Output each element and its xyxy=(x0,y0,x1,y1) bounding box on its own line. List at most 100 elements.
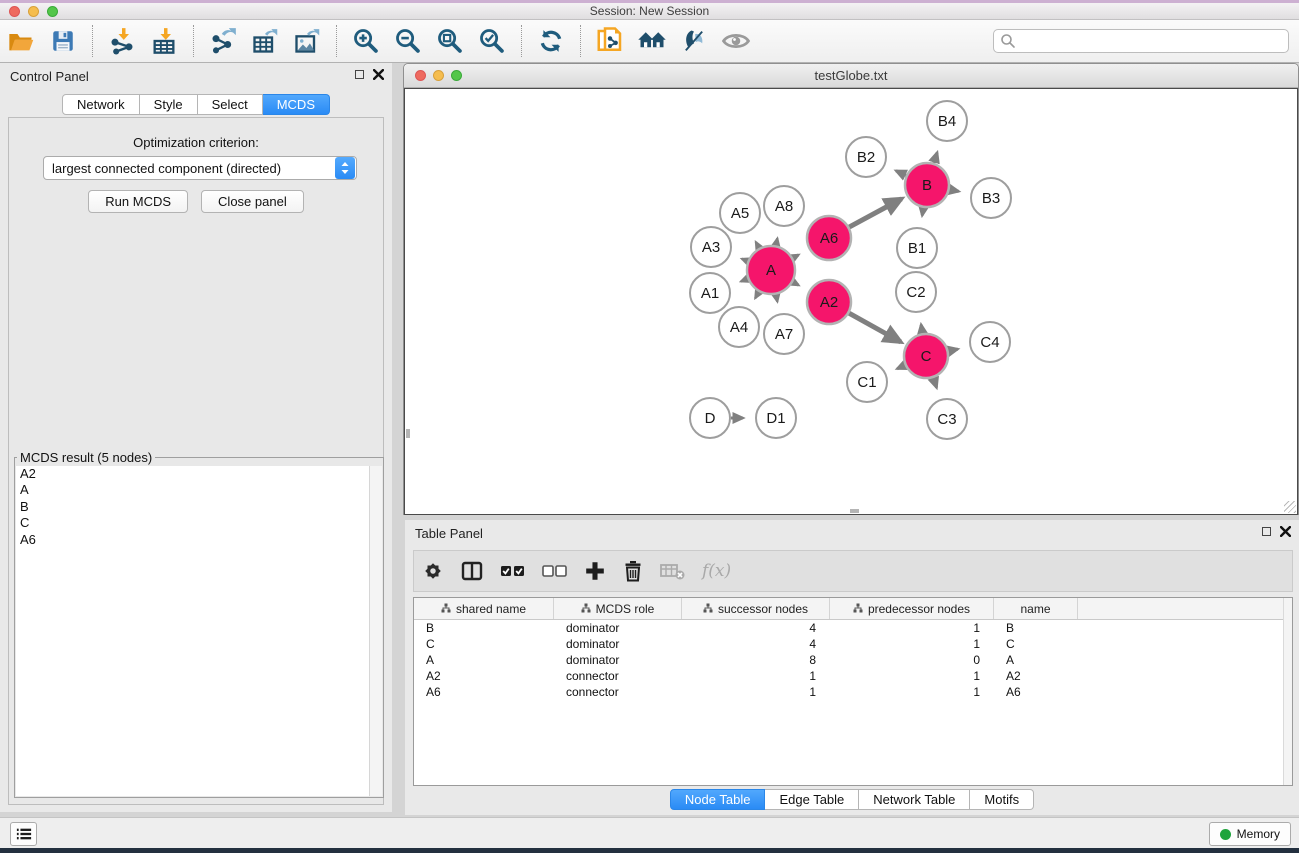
node-D[interactable]: D xyxy=(690,398,730,438)
home-icon[interactable] xyxy=(636,24,668,58)
edge-C-C3[interactable] xyxy=(933,378,936,388)
table-scrollbar[interactable] xyxy=(1283,598,1292,785)
node-A1[interactable]: A1 xyxy=(690,273,730,313)
node-A6[interactable]: A6 xyxy=(807,216,851,260)
show-eye-icon[interactable] xyxy=(720,24,752,58)
edge-A-A5[interactable] xyxy=(756,242,759,248)
column-layout-icon[interactable] xyxy=(460,554,484,588)
node-A3[interactable]: A3 xyxy=(691,227,731,267)
deselect-all-columns-icon[interactable] xyxy=(542,554,568,588)
node-C1[interactable]: C1 xyxy=(847,362,887,402)
network-documents-icon[interactable] xyxy=(594,24,626,58)
table-row[interactable]: Bdominator41B xyxy=(414,620,1292,636)
cell-successor-nodes[interactable]: 8 xyxy=(682,653,830,667)
tab-edge-table[interactable]: Edge Table xyxy=(765,789,859,810)
edge-A-A3[interactable] xyxy=(742,259,748,261)
node-B4[interactable]: B4 xyxy=(927,101,967,141)
cell-predecessor-nodes[interactable]: 0 xyxy=(830,653,994,667)
table-settings-gear-icon[interactable] xyxy=(422,554,444,588)
add-column-plus-icon[interactable] xyxy=(584,554,606,588)
mcds-result-item[interactable]: A6 xyxy=(16,532,382,548)
cell-successor-nodes[interactable]: 4 xyxy=(682,621,830,635)
node-B2[interactable]: B2 xyxy=(846,137,886,177)
column-header-name[interactable]: name xyxy=(994,598,1078,619)
table-row[interactable]: A2connector11A2 xyxy=(414,668,1292,684)
cell-shared-name[interactable]: A2 xyxy=(414,669,554,683)
cell-predecessor-nodes[interactable]: 1 xyxy=(830,685,994,699)
edge-C-C1[interactable] xyxy=(897,365,905,368)
tab-node-table[interactable]: Node Table xyxy=(670,789,766,810)
cell-predecessor-nodes[interactable]: 1 xyxy=(830,621,994,635)
cell-MCDS-role[interactable]: dominator xyxy=(554,653,682,667)
cell-MCDS-role[interactable]: connector xyxy=(554,669,682,683)
cell-shared-name[interactable]: B xyxy=(414,621,554,635)
cell-predecessor-nodes[interactable]: 1 xyxy=(830,637,994,651)
tab-mcds[interactable]: MCDS xyxy=(263,94,330,115)
zoom-fit-icon[interactable] xyxy=(434,24,466,58)
cell-name[interactable]: A2 xyxy=(994,669,1078,683)
run-mcds-button[interactable]: Run MCDS xyxy=(88,190,188,213)
float-panel-icon[interactable] xyxy=(355,70,364,79)
edge-B-B2[interactable] xyxy=(896,171,906,176)
node-C4[interactable]: C4 xyxy=(970,322,1010,362)
edge-B-B1[interactable] xyxy=(922,208,923,216)
node-C2[interactable]: C2 xyxy=(896,272,936,312)
cell-shared-name[interactable]: A6 xyxy=(414,685,554,699)
node-B3[interactable]: B3 xyxy=(971,178,1011,218)
edge-B-B4[interactable] xyxy=(934,153,937,164)
select-all-columns-icon[interactable] xyxy=(500,554,526,588)
cell-name[interactable]: A xyxy=(994,653,1078,667)
node-A4[interactable]: A4 xyxy=(719,307,759,347)
edge-A-A8[interactable] xyxy=(776,238,777,245)
node-A2[interactable]: A2 xyxy=(807,280,851,324)
import-table-icon[interactable] xyxy=(148,24,180,58)
edge-A-A6[interactable] xyxy=(793,255,799,258)
mcds-result-item[interactable]: A xyxy=(16,482,382,498)
edge-A6-B[interactable] xyxy=(849,199,901,227)
cell-name[interactable]: B xyxy=(994,621,1078,635)
tab-select[interactable]: Select xyxy=(198,94,263,115)
close-table-panel-icon[interactable] xyxy=(1280,526,1291,537)
edge-C-C2[interactable] xyxy=(921,325,922,334)
edge-A-A7[interactable] xyxy=(776,295,777,302)
export-image-icon[interactable] xyxy=(291,24,323,58)
cell-name[interactable]: A6 xyxy=(994,685,1078,699)
node-A7[interactable]: A7 xyxy=(764,314,804,354)
edge-A-A4[interactable] xyxy=(755,292,759,298)
column-header-successor-nodes[interactable]: successor nodes xyxy=(682,598,830,619)
open-session-icon[interactable] xyxy=(5,24,37,58)
edge-A2-C[interactable] xyxy=(849,313,901,342)
close-panel-icon[interactable] xyxy=(373,69,384,80)
edge-A-A2[interactable] xyxy=(793,282,799,285)
tab-style[interactable]: Style xyxy=(140,94,198,115)
zoom-out-icon[interactable] xyxy=(392,24,424,58)
network-window-titlebar[interactable]: testGlobe.txt xyxy=(404,64,1298,88)
cell-successor-nodes[interactable]: 1 xyxy=(682,669,830,683)
network-canvas[interactable]: AA1A2A3A4A5A6A7A8BB1B2B3B4CC1C2C3C4DD1 xyxy=(404,88,1298,515)
node-B[interactable]: B xyxy=(905,163,949,207)
cell-shared-name[interactable]: A xyxy=(414,653,554,667)
node-A5[interactable]: A5 xyxy=(720,193,760,233)
horizontal-scroll-indicator[interactable] xyxy=(850,509,859,513)
edge-B-B3[interactable] xyxy=(950,190,959,192)
zoom-selected-icon[interactable] xyxy=(476,24,508,58)
tab-motifs[interactable]: Motifs xyxy=(970,789,1034,810)
cell-successor-nodes[interactable]: 4 xyxy=(682,637,830,651)
window-resize-grip[interactable] xyxy=(1284,501,1296,513)
table-row[interactable]: Adominator80A xyxy=(414,652,1292,668)
node-C3[interactable]: C3 xyxy=(927,399,967,439)
vertical-scroll-indicator[interactable] xyxy=(406,429,410,438)
node-A8[interactable]: A8 xyxy=(764,186,804,226)
export-table-icon[interactable] xyxy=(249,24,281,58)
column-header-predecessor-nodes[interactable]: predecessor nodes xyxy=(830,598,994,619)
export-network-icon[interactable] xyxy=(207,24,239,58)
mcds-result-item[interactable]: C xyxy=(16,515,382,531)
import-network-icon[interactable] xyxy=(106,24,138,58)
cell-successor-nodes[interactable]: 1 xyxy=(682,685,830,699)
node-D1[interactable]: D1 xyxy=(756,398,796,438)
edge-A-A1[interactable] xyxy=(741,279,748,282)
column-header-MCDS-role[interactable]: MCDS role xyxy=(554,598,682,619)
table-row[interactable]: Cdominator41C xyxy=(414,636,1292,652)
table-row[interactable]: A6connector11A6 xyxy=(414,684,1292,700)
result-list-scrollbar[interactable] xyxy=(369,466,382,796)
